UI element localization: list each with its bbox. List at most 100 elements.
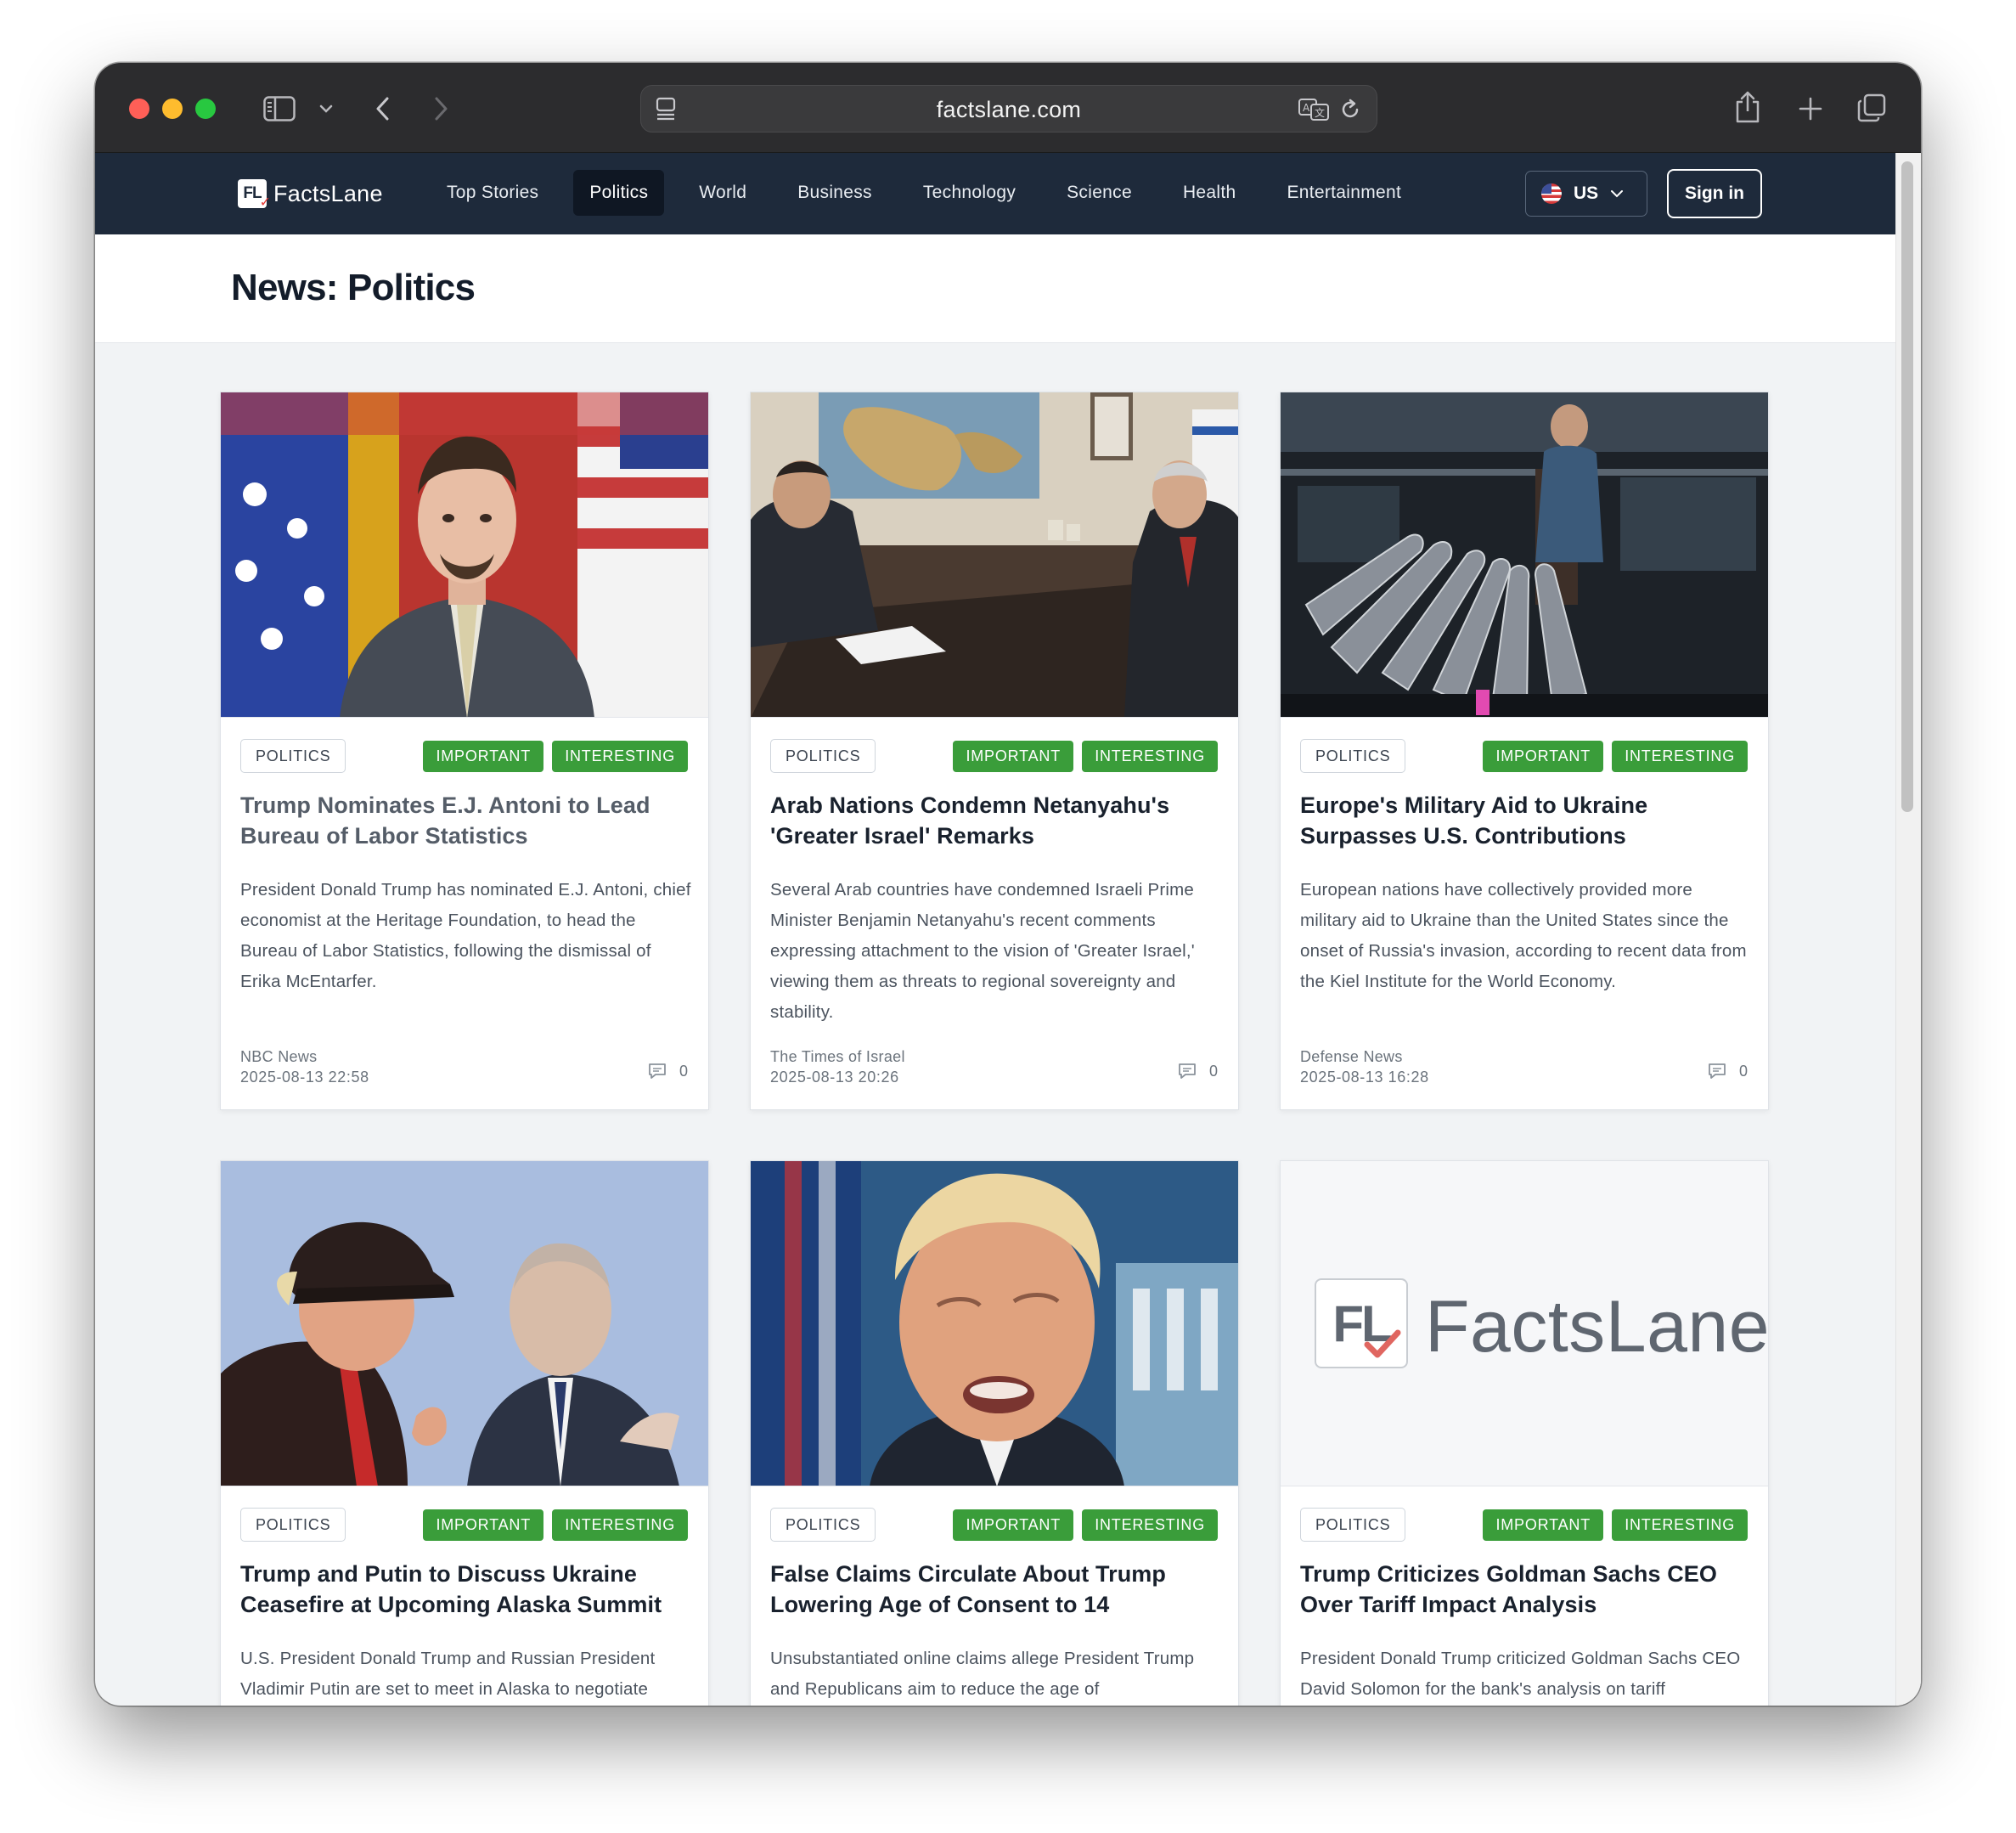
share-icon[interactable]	[1731, 88, 1765, 126]
article-summary: President Donald Trump has nominated E.J…	[240, 880, 691, 991]
zoom-window-button[interactable]	[195, 99, 216, 119]
tab-overview-icon[interactable]	[1855, 90, 1889, 126]
article-tags: POLITICS IMPORTANT INTERESTING	[1300, 1508, 1748, 1542]
important-badge: IMPORTANT	[1483, 1509, 1603, 1541]
category-badge[interactable]: POLITICS	[240, 739, 346, 773]
sidebar-toggle-icon[interactable]	[262, 92, 297, 126]
article-image[interactable]	[221, 392, 708, 718]
interesting-badge: INTERESTING	[1612, 741, 1748, 772]
nav-politics[interactable]: Politics	[573, 170, 665, 216]
comments-link[interactable]: 0	[1177, 1062, 1218, 1080]
comment-count: 0	[679, 1062, 688, 1080]
category-badge[interactable]: POLITICS	[770, 739, 876, 773]
logo-mark-text: FL	[243, 184, 262, 202]
interesting-badge: INTERESTING	[1612, 1509, 1748, 1541]
article-summary: Unsubstantiated online claims allege Pre…	[770, 1649, 1195, 1699]
minimize-window-button[interactable]	[162, 99, 183, 119]
article-date: 2025-08-13 22:58	[240, 1069, 369, 1086]
portrait-photo	[751, 1161, 1238, 1486]
comment-icon	[1179, 1063, 1196, 1079]
article-headline[interactable]: Trump and Putin to Discuss Ukraine Cease…	[240, 1559, 691, 1620]
svg-text:文: 文	[1315, 106, 1325, 119]
article-summary: U.S. President Donald Trump and Russian …	[240, 1649, 656, 1699]
browser-window: factslane.com A文 FL ✓ FactsLane Top Stori…	[95, 63, 1921, 1706]
interesting-badge: INTERESTING	[1082, 1509, 1218, 1541]
important-badge: IMPORTANT	[953, 741, 1073, 772]
category-badge[interactable]: POLITICS	[1300, 739, 1406, 773]
article-summary: Several Arab countries have condemned Is…	[770, 880, 1195, 1022]
check-icon: ✓	[259, 195, 271, 210]
browser-toolbar: factslane.com A文	[95, 63, 1921, 153]
brand-name: FactsLane	[273, 180, 383, 206]
article-headline[interactable]: Trump Criticizes Goldman Sachs CEO Over …	[1300, 1559, 1751, 1620]
article-headline[interactable]: Arab Nations Condemn Netanyahu's 'Greate…	[770, 790, 1221, 851]
new-tab-icon[interactable]	[1795, 92, 1826, 126]
important-badge: IMPORTANT	[423, 741, 543, 772]
article-card[interactable]: POLITICS IMPORTANT INTERESTING Trump Nom…	[220, 392, 709, 1110]
site-header: FL ✓ FactsLane Top Stories Politics World…	[95, 153, 1895, 234]
svg-text:A: A	[1303, 102, 1310, 114]
site-logo[interactable]: FL ✓ FactsLane	[238, 177, 383, 211]
nav-science[interactable]: Science	[1050, 170, 1148, 216]
article-image[interactable]	[1281, 392, 1768, 718]
portrait-photo	[221, 392, 708, 717]
chevron-down-icon	[1611, 190, 1624, 198]
summit-photo	[221, 1161, 708, 1486]
nav-technology[interactable]: Technology	[907, 170, 1032, 216]
comment-count: 0	[1738, 1062, 1748, 1080]
article-source: NBC News	[240, 1048, 318, 1065]
nav-business[interactable]: Business	[781, 170, 888, 216]
article-card[interactable]: POLITICS IMPORTANT INTERESTING Trump and…	[220, 1160, 709, 1706]
article-headline[interactable]: False Claims Circulate About Trump Lower…	[770, 1559, 1221, 1620]
article-tags: POLITICS IMPORTANT INTERESTING	[240, 1508, 688, 1542]
us-flag-icon	[1541, 183, 1562, 204]
article-source: Defense News	[1300, 1048, 1403, 1065]
article-headline[interactable]: Europe's Military Aid to Ukraine Surpass…	[1300, 790, 1751, 851]
address-bar[interactable]: factslane.com A文	[640, 85, 1377, 133]
comment-count: 0	[1208, 1062, 1218, 1080]
nav-health[interactable]: Health	[1167, 170, 1253, 216]
main-nav: Top Stories Politics World Business Tech…	[431, 170, 1436, 216]
interesting-badge: INTERESTING	[552, 741, 688, 772]
article-image[interactable]	[751, 1161, 1238, 1486]
factory-photo	[1281, 392, 1768, 717]
article-card[interactable]: POLITICS IMPORTANT INTERESTING Europe's …	[1280, 392, 1769, 1110]
article-tags: POLITICS IMPORTANT INTERESTING	[770, 739, 1218, 773]
sign-in-button[interactable]: Sign in	[1667, 169, 1762, 218]
translate-icon[interactable]: A文	[1297, 96, 1331, 123]
article-summary: European nations have collectively provi…	[1300, 880, 1747, 991]
article-tags: POLITICS IMPORTANT INTERESTING	[240, 739, 688, 773]
back-arrow-icon[interactable]	[369, 92, 396, 126]
nav-top-stories[interactable]: Top Stories	[431, 170, 555, 216]
scrollbar-thumb[interactable]	[1901, 161, 1913, 812]
article-image[interactable]	[221, 1161, 708, 1486]
category-badge[interactable]: POLITICS	[240, 1508, 346, 1542]
comments-link[interactable]: 0	[1707, 1062, 1748, 1080]
article-card[interactable]: POLITICS IMPORTANT INTERESTING False Cla…	[750, 1160, 1239, 1706]
comment-icon	[1709, 1063, 1726, 1079]
placeholder-logo-mark: FL	[1315, 1278, 1408, 1368]
region-label: US	[1574, 183, 1599, 203]
article-card[interactable]: POLITICS IMPORTANT INTERESTING Arab Nati…	[750, 392, 1239, 1110]
article-headline[interactable]: Trump Nominates E.J. Antoni to Lead Bure…	[240, 790, 691, 851]
nav-entertainment[interactable]: Entertainment	[1270, 170, 1417, 216]
placeholder-brand: FactsLane	[1425, 1286, 1768, 1368]
article-tags: POLITICS IMPORTANT INTERESTING	[770, 1508, 1218, 1542]
category-badge[interactable]: POLITICS	[1300, 1508, 1406, 1542]
article-source: The Times of Israel	[770, 1048, 905, 1065]
article-card[interactable]: FL FactsLane POLITICS IMPORTANT INTEREST…	[1280, 1160, 1769, 1706]
page-header: News: Politics	[95, 234, 1895, 343]
article-tags: POLITICS IMPORTANT INTERESTING	[1300, 739, 1748, 773]
category-badge[interactable]: POLITICS	[770, 1508, 876, 1542]
reload-icon[interactable]	[1336, 96, 1365, 123]
region-selector[interactable]: US	[1525, 171, 1647, 217]
forward-arrow-icon[interactable]	[428, 92, 455, 126]
chevron-down-icon[interactable]	[316, 97, 336, 121]
article-image[interactable]	[751, 392, 1238, 718]
comments-link[interactable]: 0	[647, 1062, 688, 1080]
close-window-button[interactable]	[129, 99, 149, 119]
nav-world[interactable]: World	[683, 170, 763, 216]
meeting-photo	[751, 392, 1238, 717]
important-badge: IMPORTANT	[423, 1509, 543, 1541]
placeholder-image[interactable]: FL FactsLane	[1281, 1161, 1768, 1486]
